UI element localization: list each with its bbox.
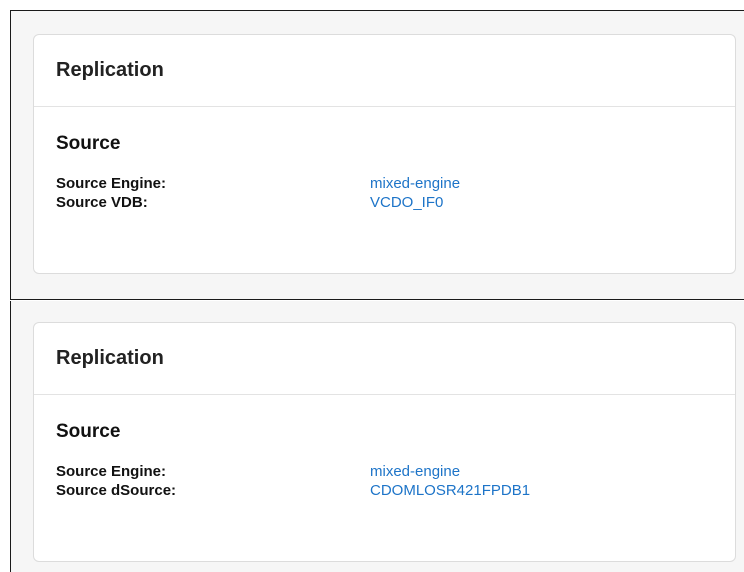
source-engine-row: Source Engine: mixed-engine xyxy=(56,175,713,194)
top-panel: Replication Source Source Engine: mixed-… xyxy=(10,10,744,300)
replication-card: Replication Source Source Engine: mixed-… xyxy=(33,34,736,274)
source-engine-link[interactable]: mixed-engine xyxy=(370,463,460,480)
card-header: Replication xyxy=(34,323,735,395)
card-body: Source Source Engine: mixed-engine Sourc… xyxy=(34,107,735,213)
source-vdb-label: Source VDB: xyxy=(56,194,148,211)
source-vdb-link[interactable]: VCDO_IF0 xyxy=(370,194,443,211)
source-dsource-link[interactable]: CDOMLOSR421FPDB1 xyxy=(370,482,530,499)
source-engine-row: Source Engine: mixed-engine xyxy=(56,463,713,482)
card-body: Source Source Engine: mixed-engine Sourc… xyxy=(34,395,735,501)
source-dsource-row: Source dSource: CDOMLOSR421FPDB1 xyxy=(56,482,713,501)
source-engine-label: Source Engine: xyxy=(56,175,167,192)
replication-card: Replication Source Source Engine: mixed-… xyxy=(33,322,736,562)
section-title: Source xyxy=(56,133,121,154)
card-header: Replication xyxy=(34,35,735,107)
section-title: Source xyxy=(56,421,121,442)
source-vdb-row: Source VDB: VCDO_IF0 xyxy=(56,194,713,213)
source-engine-link[interactable]: mixed-engine xyxy=(370,175,460,192)
bottom-panel: Replication Source Source Engine: mixed-… xyxy=(10,301,744,572)
card-title: Replication xyxy=(56,347,164,369)
source-dsource-label: Source dSource: xyxy=(56,482,177,499)
card-title: Replication xyxy=(56,59,164,81)
source-engine-label: Source Engine: xyxy=(56,463,167,480)
